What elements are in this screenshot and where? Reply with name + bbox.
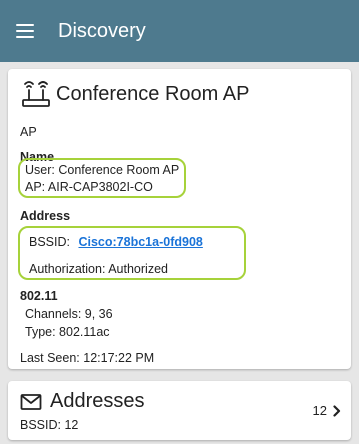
- device-title-row: Conference Room AP: [20, 79, 249, 109]
- bssid-label: BSSID:: [29, 235, 70, 249]
- addresses-card[interactable]: Addresses BSSID: 12 12: [8, 381, 351, 440]
- addresses-title: Addresses: [50, 390, 145, 412]
- wifi-type-line: Type: 802.11ac: [25, 325, 110, 339]
- addresses-subtitle: BSSID: 12: [20, 418, 79, 432]
- app-bar: Discovery: [0, 0, 359, 62]
- access-point-icon: [22, 81, 50, 107]
- address-heading: Address: [20, 209, 71, 223]
- addresses-count: 12: [312, 403, 327, 418]
- user-line: User: Conference Room AP: [25, 163, 180, 177]
- addresses-title-row: Addresses: [20, 390, 145, 413]
- device-details-card: Conference Room AP AP Name User: Confere…: [8, 69, 351, 369]
- app-bar-title: Discovery: [58, 19, 146, 42]
- hamburger-menu-icon[interactable]: [16, 24, 34, 38]
- bssid-row: BSSID: Cisco:78bc1a-0fd908: [29, 235, 203, 249]
- device-type: AP: [20, 125, 37, 139]
- authorization-line: Authorization: Authorized: [29, 262, 168, 276]
- chevron-right-icon: [333, 404, 341, 417]
- envelope-icon: [20, 393, 42, 410]
- ap-line: AP: AIR-CAP3802I-CO: [25, 180, 153, 194]
- bssid-link[interactable]: Cisco:78bc1a-0fd908: [78, 235, 202, 249]
- device-title: Conference Room AP: [56, 82, 250, 105]
- channels-line: Channels: 9, 36: [25, 307, 113, 321]
- wifi-heading: 802.11: [20, 289, 58, 303]
- addresses-count-row[interactable]: 12: [313, 403, 341, 418]
- last-seen-line: Last Seen: 12:17:22 PM: [20, 351, 155, 365]
